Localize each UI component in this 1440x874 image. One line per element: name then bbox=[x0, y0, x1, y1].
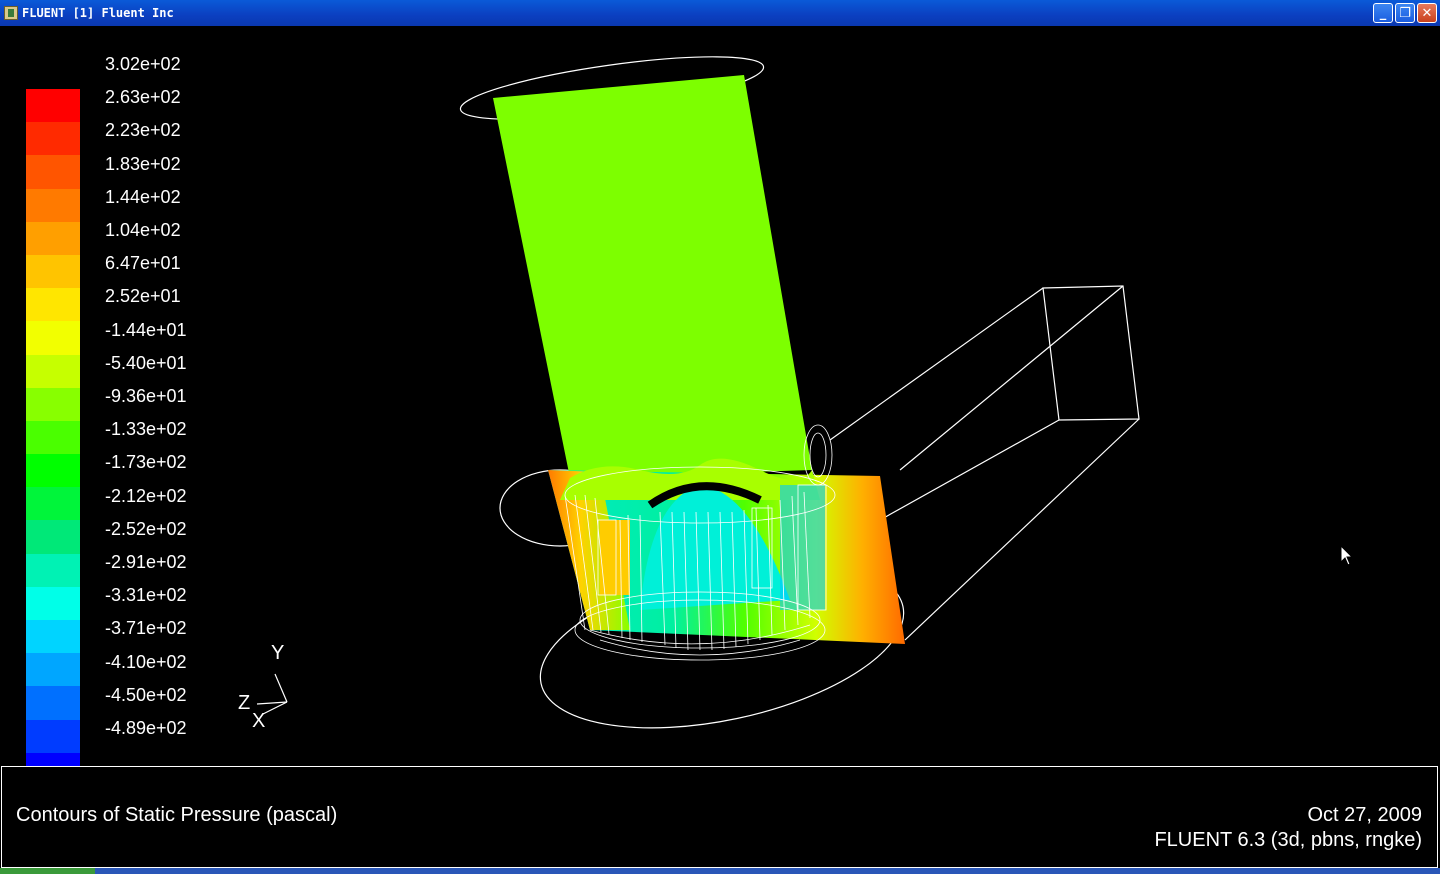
legend-label: -2.12e+02 bbox=[105, 486, 187, 506]
legend-color-swatch bbox=[26, 454, 80, 488]
legend-label: 1.44e+02 bbox=[105, 187, 181, 207]
plot-title: Contours of Static Pressure (pascal) bbox=[16, 804, 338, 826]
taskbar-strip bbox=[0, 868, 1440, 874]
legend-color-swatch bbox=[26, 354, 80, 388]
legend-label: 2.63e+02 bbox=[105, 87, 181, 107]
legend-color-swatch bbox=[26, 321, 80, 355]
legend-color-swatch bbox=[26, 653, 80, 687]
legend-color-swatch bbox=[26, 620, 80, 654]
legend-color-swatch bbox=[26, 254, 80, 289]
legend-label: 2.52e+01 bbox=[105, 286, 181, 306]
close-button[interactable]: ✕ bbox=[1417, 3, 1437, 23]
legend-label: -2.91e+02 bbox=[105, 552, 187, 572]
app-icon[interactable] bbox=[4, 6, 18, 20]
vertical-contour-plane bbox=[493, 75, 812, 478]
legend-color-swatch bbox=[26, 487, 80, 521]
legend-color-swatch bbox=[26, 420, 80, 455]
legend-label: -1.33e+02 bbox=[105, 419, 187, 439]
legend-label: -3.71e+02 bbox=[105, 618, 187, 638]
legend-label: -3.31e+02 bbox=[105, 585, 187, 605]
legend-color-swatch bbox=[26, 520, 80, 554]
legend-color-swatch bbox=[26, 155, 80, 189]
legend-label: -1.44e+01 bbox=[105, 320, 187, 340]
window-controls: _ ❐ ✕ bbox=[1373, 3, 1437, 23]
legend-color-swatch bbox=[26, 221, 80, 255]
axis-label-x: X bbox=[252, 710, 266, 732]
legend-color-swatch bbox=[26, 288, 80, 322]
legend-color-swatch bbox=[26, 89, 80, 123]
maximize-button[interactable]: ❐ bbox=[1395, 3, 1415, 23]
window-title: FLUENT [1] Fluent Inc bbox=[22, 6, 174, 20]
legend-color-swatch bbox=[26, 686, 80, 720]
legend-label: -5.40e+01 bbox=[105, 353, 187, 373]
legend-label: 1.83e+02 bbox=[105, 154, 181, 174]
legend-color-swatch bbox=[26, 553, 80, 587]
solver-version: FLUENT 6.3 (3d, pbns, rngke) bbox=[1154, 829, 1422, 851]
legend-label: -4.50e+02 bbox=[105, 685, 187, 705]
legend-color-swatch bbox=[26, 122, 80, 156]
legend-label: 3.02e+02 bbox=[105, 54, 181, 74]
legend-color-swatch bbox=[26, 188, 80, 222]
legend-label: 1.04e+02 bbox=[105, 220, 181, 240]
legend-label: 2.23e+02 bbox=[105, 120, 181, 140]
legend-color-swatch bbox=[26, 387, 80, 421]
axis-label-y: Y bbox=[271, 642, 285, 664]
legend-label: -2.52e+02 bbox=[105, 519, 187, 539]
plot-date: Oct 27, 2009 bbox=[1307, 804, 1422, 826]
graphics-viewport[interactable]: 3.02e+02 2.63e+02 2.23e+02 1.83e+02 1.44… bbox=[0, 26, 1440, 786]
minimize-button[interactable]: _ bbox=[1373, 3, 1393, 23]
legend-color-swatch bbox=[26, 586, 80, 620]
legend-color-swatch bbox=[26, 719, 80, 753]
axis-label-z: Z bbox=[238, 692, 251, 714]
mouse-cursor-icon bbox=[1340, 545, 1354, 566]
legend-label: -9.36e+01 bbox=[105, 386, 187, 406]
plot-info-panel: Contours of Static Pressure (pascal) Oct… bbox=[1, 766, 1438, 868]
legend-label: 6.47e+01 bbox=[105, 253, 181, 273]
legend-label: -4.10e+02 bbox=[105, 652, 187, 672]
contour-plot-graphic bbox=[459, 56, 1140, 729]
legend-color-bar bbox=[26, 89, 80, 786]
legend-label: -4.89e+02 bbox=[105, 718, 187, 738]
window-title-bar[interactable]: FLUENT [1] Fluent Inc _ ❐ ✕ bbox=[0, 0, 1440, 26]
legend-label: -1.73e+02 bbox=[105, 452, 187, 472]
